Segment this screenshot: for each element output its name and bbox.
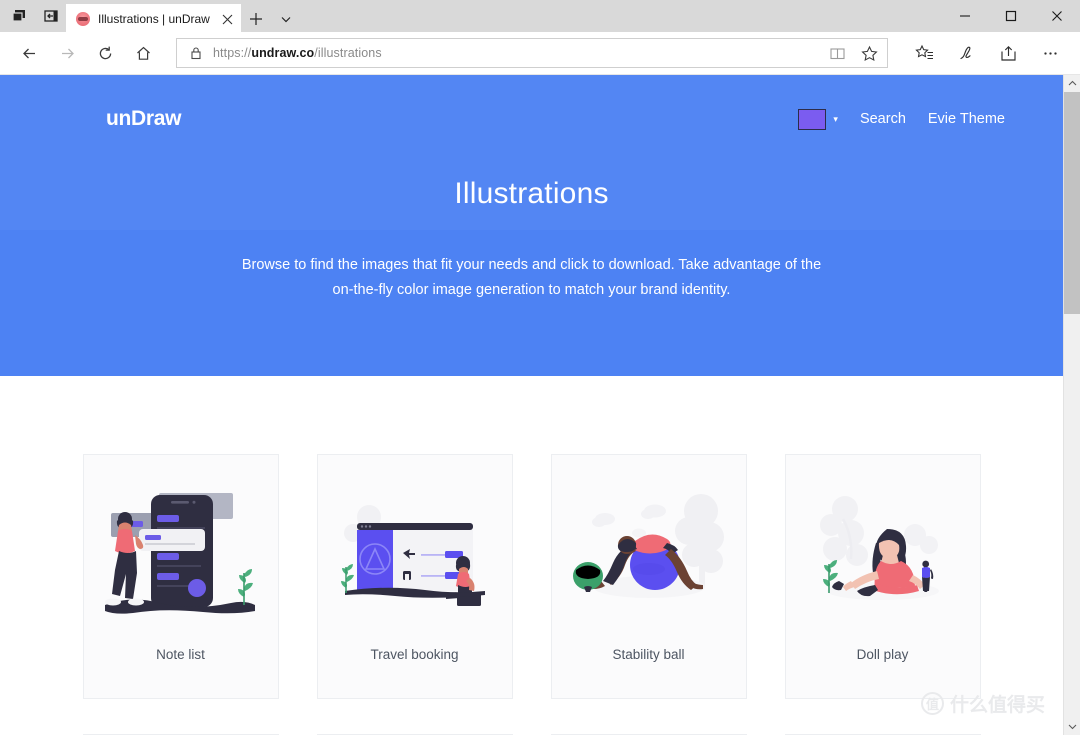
nav-link-evie-theme[interactable]: Evie Theme [928,111,1005,127]
new-tab-button[interactable] [241,4,271,34]
page-viewport: unDraw ▾ Search Evie Theme Illustrations… [0,75,1080,735]
maximize-button[interactable] [988,0,1034,32]
site-nav: unDraw ▾ Search Evie Theme [0,75,1063,131]
more-options-icon[interactable] [1030,36,1070,70]
scrollbar-thumb[interactable] [1063,92,1080,314]
set-aside-tabs-icon[interactable] [42,7,60,25]
illustration-label: Doll play [856,647,909,662]
color-swatch[interactable] [798,108,827,130]
minimize-button[interactable] [942,0,988,32]
address-bar[interactable]: https://undraw.co/illustrations [176,38,888,68]
toolbar-actions [896,36,1070,70]
page-title: Illustrations [454,177,609,210]
scroll-up-arrow-icon[interactable] [1063,75,1080,92]
chevron-down-icon[interactable]: ▾ [833,114,838,124]
scroll-down-arrow-icon[interactable] [1064,718,1080,735]
browser-toolbar: https://undraw.co/illustrations [0,32,1080,75]
home-button[interactable] [124,36,162,70]
illustration-card[interactable]: Travel booking [316,454,513,699]
close-tab-icon[interactable] [219,11,235,27]
address-bar-text: https://undraw.co/illustrations [213,46,813,60]
illustration-card[interactable]: Stability ball [550,454,747,699]
reading-view-icon[interactable] [823,39,851,67]
illustration-label: Stability ball [612,647,685,662]
share-icon[interactable] [988,36,1028,70]
illustration-label: Note list [156,647,205,662]
browser-tab[interactable]: Illustrations | unDraw [66,4,241,34]
url-path: /illustrations [314,46,382,60]
doll-play-illustration [795,465,971,641]
travel-booking-illustration [327,465,503,641]
illustrations-grid: Note list Travel booking Stability ball … [0,454,1063,699]
color-picker[interactable]: ▾ [798,108,838,130]
browser-window: Illustrations | unDraw https://undraw.co… [0,0,1080,735]
tab-title: Illustrations | unDraw [98,12,210,26]
nav-link-search[interactable]: Search [860,111,906,127]
back-button[interactable] [10,36,48,70]
lock-icon [189,45,203,61]
forward-button[interactable] [48,36,86,70]
browser-titlebar: Illustrations | unDraw [0,0,1080,34]
page-scrollbar[interactable] [1063,75,1080,735]
hero-subtitle: Browse to find the images that fit your … [241,257,822,298]
address-bar-icons [823,39,883,67]
titlebar-system-icons [0,0,66,32]
scrollbar-track[interactable] [1063,92,1080,735]
undraw-favicon [76,12,90,26]
hero-section: unDraw ▾ Search Evie Theme Illustrations… [0,75,1063,376]
url-scheme: https:// [213,46,252,60]
url-domain: undraw.co [251,46,315,60]
illustration-card[interactable]: Note list [82,454,279,699]
site-nav-right: ▾ Search Evie Theme [798,108,1005,130]
note-list-illustration [93,465,269,641]
stability-ball-illustration [561,465,737,641]
hub-favorites-icon[interactable] [904,36,944,70]
undraw-page: unDraw ▾ Search Evie Theme Illustrations… [0,75,1063,735]
illustration-label: Travel booking [370,647,459,662]
web-notes-icon[interactable] [946,36,986,70]
window-controls [942,0,1080,32]
favorite-star-icon[interactable] [855,39,883,67]
illustration-card[interactable]: Doll play [784,454,981,699]
close-button[interactable] [1034,0,1080,32]
tab-preview-icon[interactable] [10,7,28,25]
refresh-button[interactable] [86,36,124,70]
site-logo[interactable]: unDraw [106,107,182,131]
illustrations-content: Note list Travel booking Stability ball … [0,376,1063,735]
tab-list-chevron-down-icon[interactable] [271,4,301,34]
